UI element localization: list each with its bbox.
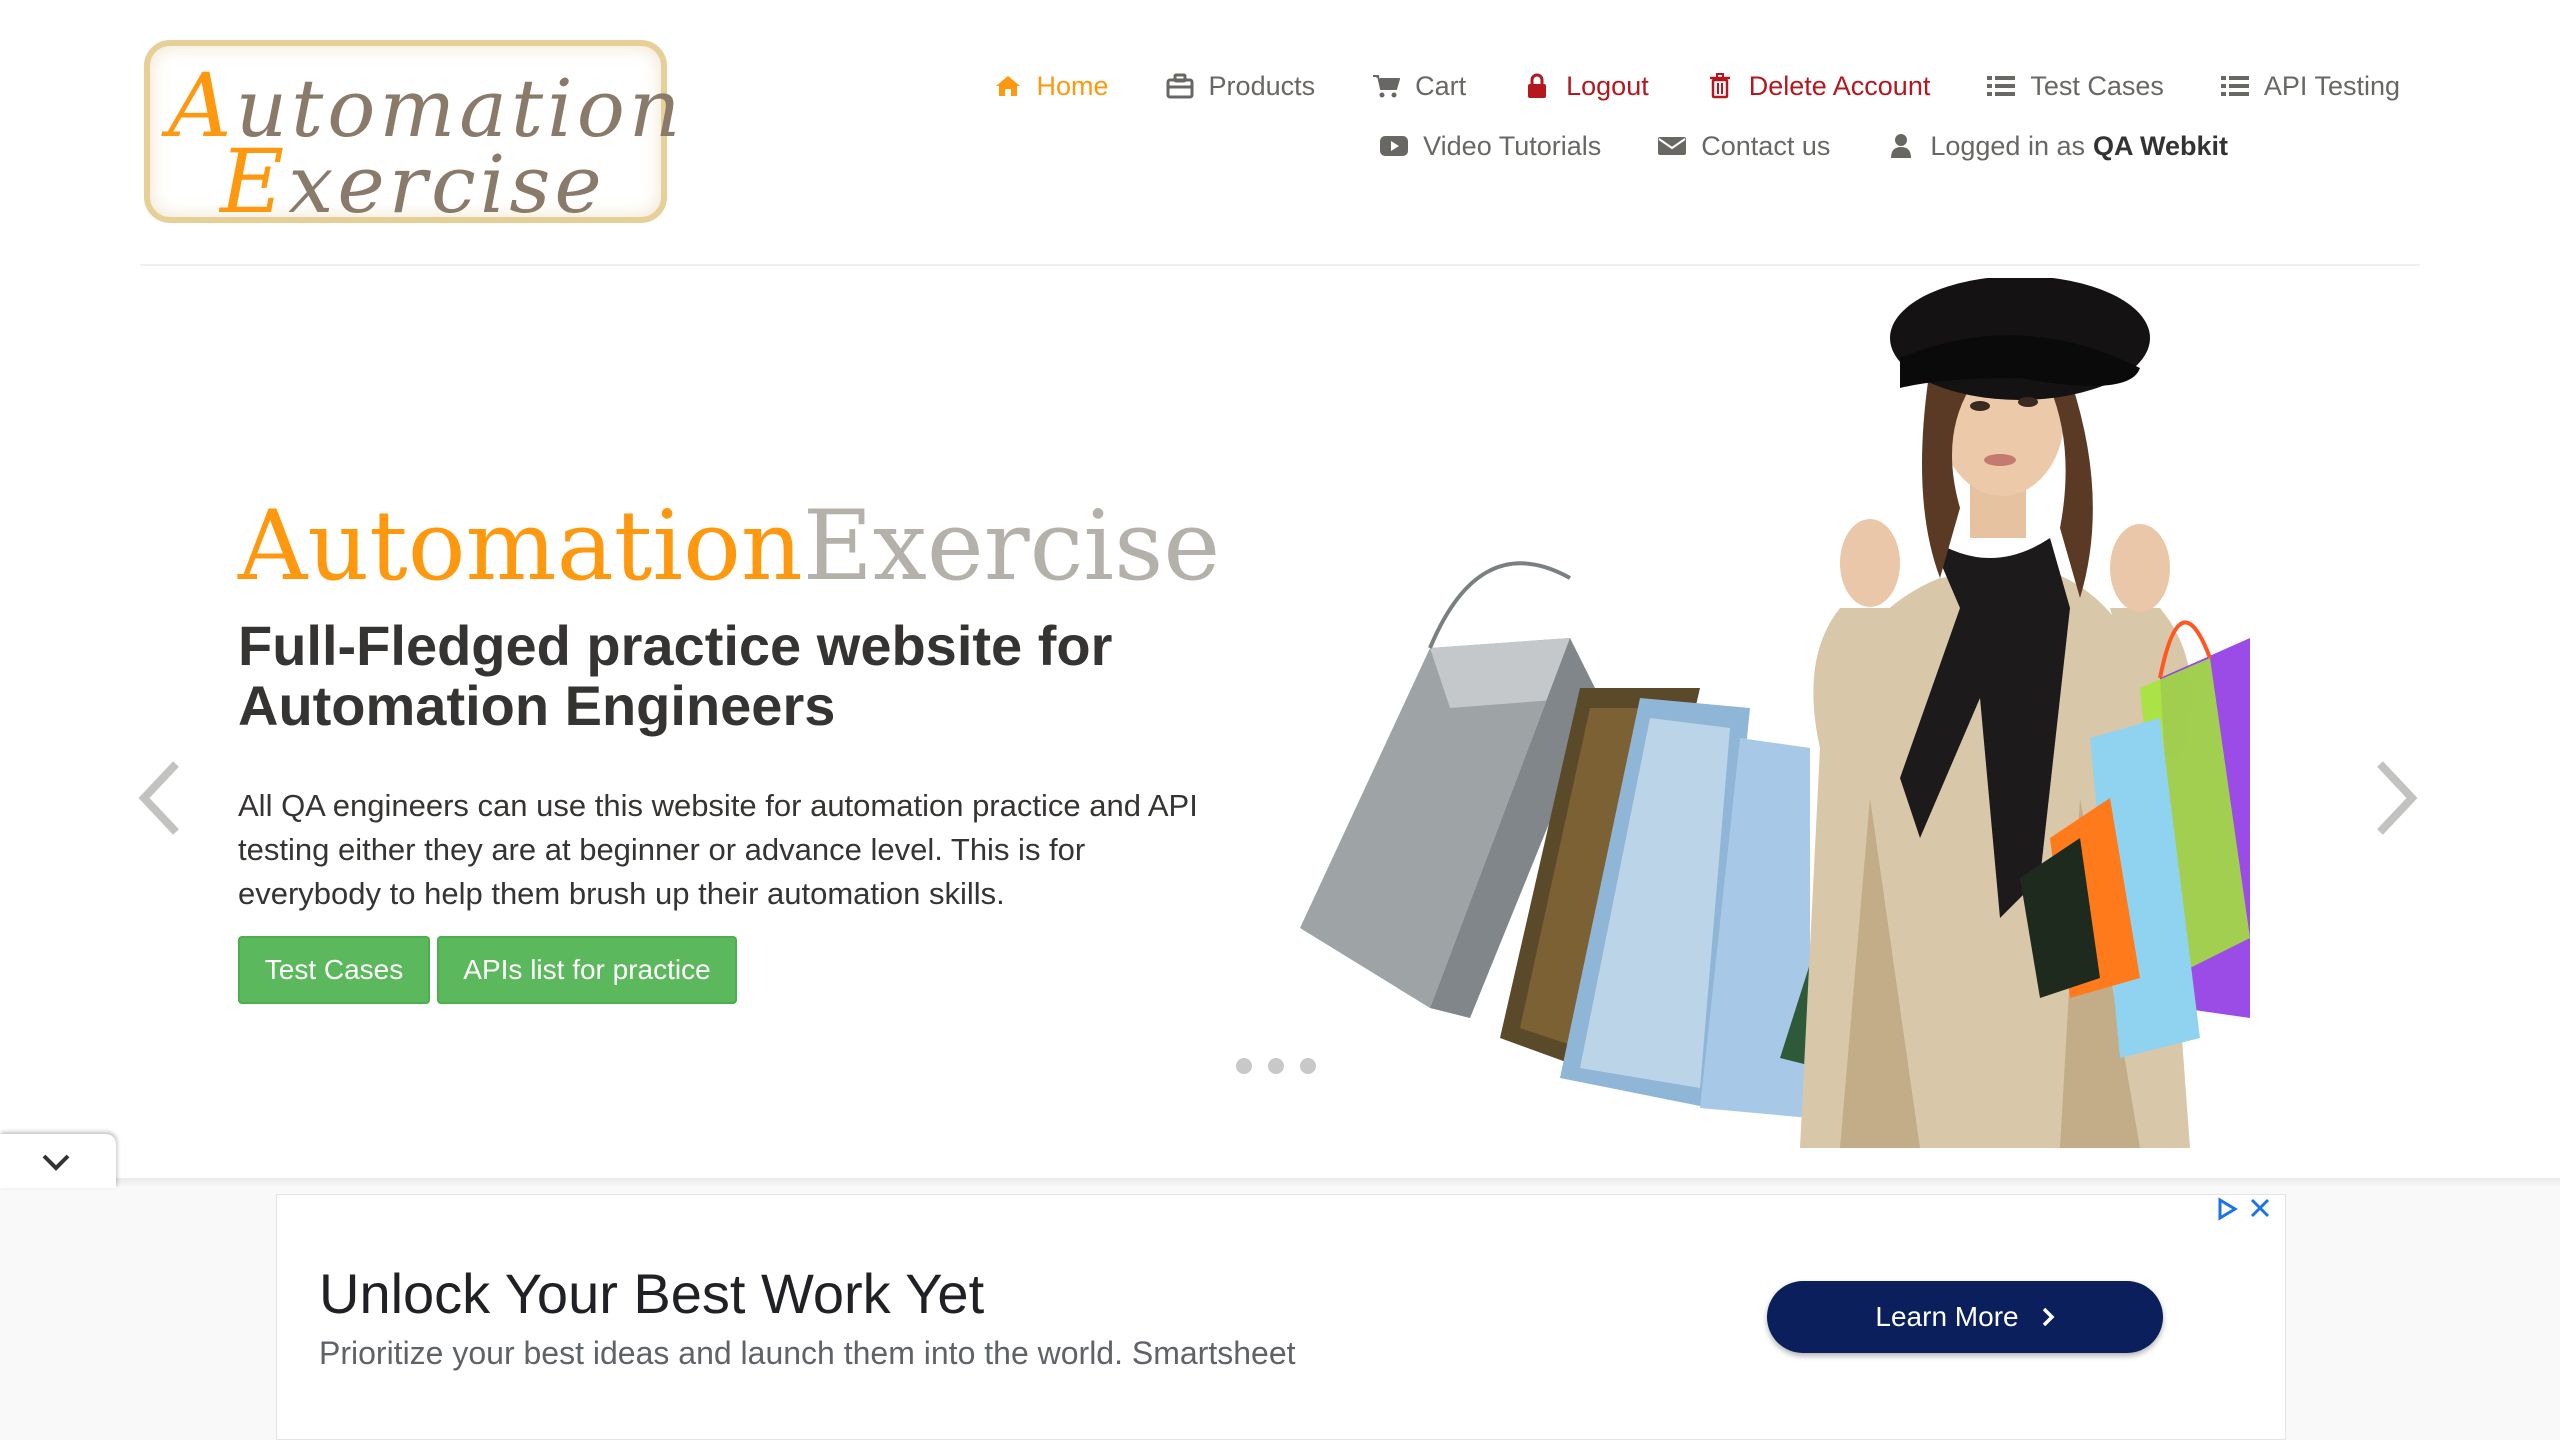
trash-icon xyxy=(1705,71,1735,101)
list-icon xyxy=(2220,71,2250,101)
nav-video-tutorials-label: Video Tutorials xyxy=(1423,130,1602,161)
logo-text-line2: Exercise xyxy=(220,130,606,233)
youtube-icon xyxy=(1379,131,1409,161)
site-logo[interactable]: Automation Exercise xyxy=(144,40,680,233)
home-icon xyxy=(993,71,1023,101)
carousel-dot-3[interactable] xyxy=(1300,1058,1316,1074)
site-header: Automation Exercise Home Products Cart L… xyxy=(0,0,2560,266)
lock-icon xyxy=(1522,71,1552,101)
brand-part-exercise: Exercise xyxy=(802,490,1221,602)
nav-logged-in-as[interactable]: Logged in as QA Webkit xyxy=(1886,131,2228,162)
nav-api-testing-link[interactable]: API Testing xyxy=(2220,71,2400,102)
ad-banner[interactable]: Unlock Your Best Work Yet Prioritize you… xyxy=(276,1194,2286,1440)
ad-learn-more-button[interactable]: Learn More xyxy=(1767,1281,2163,1353)
nav-home-label: Home xyxy=(1036,70,1109,101)
nav-delete-account-label: Delete Account xyxy=(1748,70,1931,101)
main-nav: Home Products Cart Logout Delete Account… xyxy=(900,56,2400,176)
chevron-right-icon xyxy=(2041,1306,2055,1328)
nav-row-secondary: Video Tutorials Contact us Logged in as … xyxy=(900,116,2400,176)
nav-contact-us-label: Contact us xyxy=(1701,130,1831,161)
nav-cart-link[interactable]: Cart xyxy=(1371,71,1466,102)
adchoices-play-icon[interactable] xyxy=(2215,1197,2239,1221)
carousel-indicators xyxy=(1236,1058,1316,1074)
nav-contact-us-link[interactable]: Contact us xyxy=(1657,131,1830,162)
carousel-prev-arrow[interactable] xyxy=(130,748,190,848)
nav-logout-label: Logout xyxy=(1566,70,1649,101)
nav-api-testing-label: API Testing xyxy=(2263,70,2400,101)
ad-collapse-toggle[interactable] xyxy=(0,1134,116,1188)
slider-brand-title: AutomationExercise xyxy=(238,498,1220,594)
cart-icon xyxy=(1371,71,1401,101)
nav-test-cases-label: Test Cases xyxy=(2030,70,2164,101)
test-cases-button[interactable]: Test Cases xyxy=(238,936,430,1004)
user-icon xyxy=(1886,131,1916,161)
nav-products-label: Products xyxy=(1208,70,1316,101)
carousel-dot-2[interactable] xyxy=(1268,1058,1284,1074)
nav-row-primary: Home Products Cart Logout Delete Account… xyxy=(900,56,2400,116)
ad-subtitle: Prioritize your best ideas and launch th… xyxy=(319,1335,1296,1371)
carousel-dot-1[interactable] xyxy=(1236,1058,1252,1074)
logged-in-username: QA Webkit xyxy=(2092,130,2228,161)
ad-learn-more-label: Learn More xyxy=(1875,1301,2019,1332)
slider-description: All QA engineers can use this website fo… xyxy=(238,788,1198,911)
logged-in-label: Logged in as xyxy=(1930,130,2085,161)
nav-video-tutorials-link[interactable]: Video Tutorials xyxy=(1379,131,1601,162)
ad-title: Unlock Your Best Work Yet xyxy=(319,1262,985,1325)
nav-cart-label: Cart xyxy=(1415,70,1467,101)
list-icon xyxy=(1986,71,2016,101)
nav-test-cases-link[interactable]: Test Cases xyxy=(1986,71,2164,102)
chevron-down-icon xyxy=(42,1154,70,1171)
hero-shopping-woman-image xyxy=(1300,278,2250,1148)
carousel-next-arrow[interactable] xyxy=(2366,748,2426,848)
nav-home-link[interactable]: Home xyxy=(993,71,1109,102)
ad-choices[interactable] xyxy=(2215,1197,2271,1221)
header-divider xyxy=(140,264,2420,266)
chevron-left-icon xyxy=(138,761,179,835)
chevron-right-icon xyxy=(2377,761,2418,835)
slider-headline: Full-Fledged practice website for Automa… xyxy=(238,614,1113,737)
apis-list-button[interactable]: APIs list for practice xyxy=(437,936,737,1004)
nav-delete-account-link[interactable]: Delete Account xyxy=(1705,70,1931,102)
nav-products-link[interactable]: Products xyxy=(1165,70,1316,102)
brand-part-automation: Automation xyxy=(238,490,803,602)
envelope-icon xyxy=(1657,131,1687,161)
nav-logout-link[interactable]: Logout xyxy=(1522,71,1649,102)
hero-carousel: AutomationExercise Full-Fledged practice… xyxy=(0,268,2560,1148)
close-icon[interactable] xyxy=(2249,1197,2271,1219)
ad-top-shadow xyxy=(0,1178,2560,1188)
products-icon xyxy=(1165,71,1195,101)
